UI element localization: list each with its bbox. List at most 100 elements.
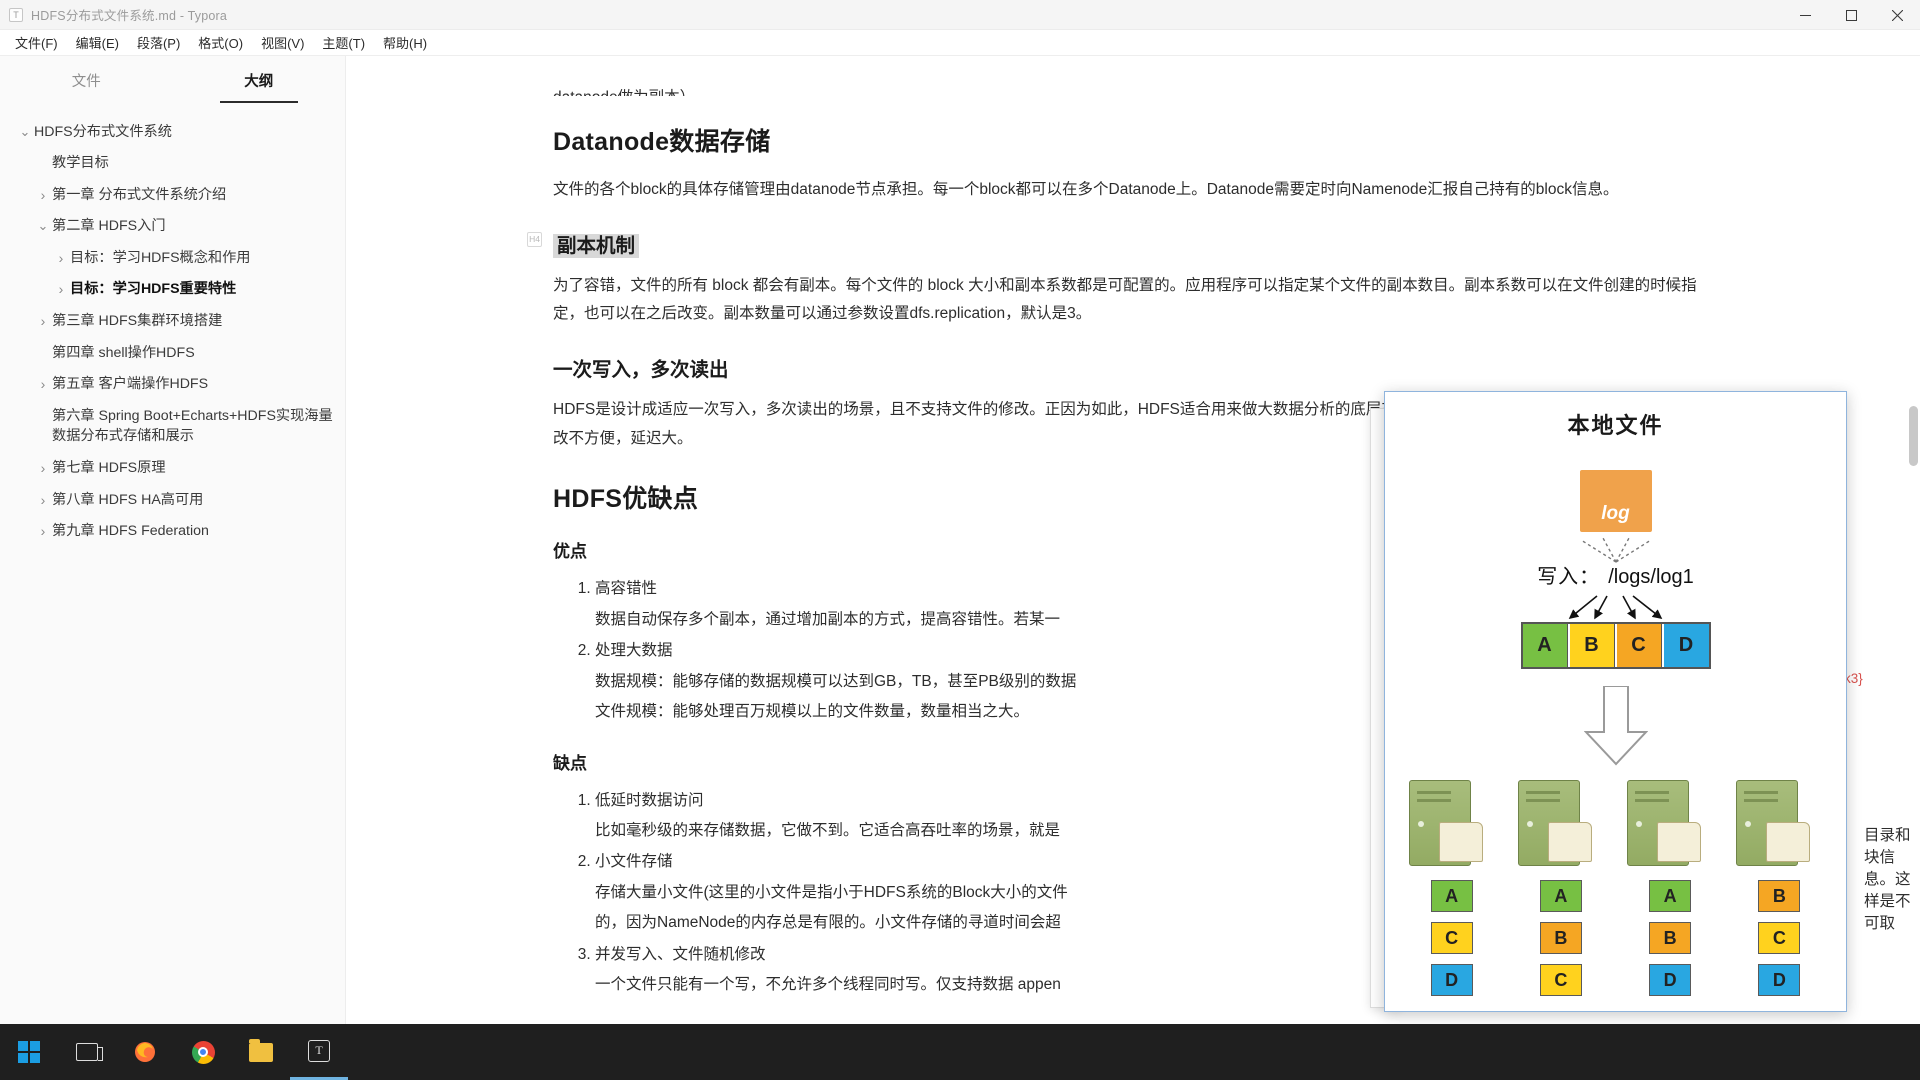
down-arrow-icon (1583, 686, 1648, 766)
replica-chips: ACDABCABDBCD (1385, 880, 1846, 996)
outline-item-label: 第六章 Spring Boot+Echarts+HDFS实现海量数据分布式存储和… (52, 407, 333, 445)
menu-help[interactable]: 帮助(H) (374, 30, 436, 55)
chrome-button[interactable] (174, 1024, 232, 1080)
chevron-right-icon[interactable]: › (52, 248, 70, 268)
outline-item-4[interactable]: › 目标：学习HDFS概念和作用 (0, 242, 345, 274)
replica-chip-d: D (1649, 964, 1692, 996)
outline-item-3[interactable]: ⌄ 第二章 HDFS入门 (0, 211, 345, 243)
title-bar: T HDFS分布式文件系统.md - Typora (0, 0, 1920, 30)
outline-item-label: 第八章 HDFS HA高可用 (52, 491, 204, 508)
outline-item-10[interactable]: › 第七章 HDFS原理 (0, 453, 345, 485)
chevron-right-icon[interactable]: › (34, 458, 52, 478)
server-node (1736, 780, 1822, 866)
chevron-right-icon[interactable]: › (52, 279, 70, 299)
tab-outline[interactable]: 大纲 (173, 64, 346, 100)
window-title: HDFS分布式文件系统.md - Typora (31, 9, 228, 23)
peek-text-right: 目录和块信息。这样是不可取 (1864, 827, 1911, 932)
heading-level-marker-icon: H4 (527, 231, 542, 247)
log-file-label: log (1601, 503, 1630, 524)
server-node (1627, 780, 1713, 866)
replica-column-2: ABD (1627, 880, 1713, 996)
sidebar-tabs: 文件 大纲 (0, 56, 345, 100)
image-preview-popup[interactable]: 本地文件 log 写入：/logs/log1 A B C D A C D A B… (1384, 391, 1847, 1012)
replica-chip-b: B (1758, 880, 1801, 912)
replica-chip-c: C (1758, 922, 1801, 954)
typora-icon: T (308, 1039, 330, 1062)
maximize-button[interactable] (1828, 0, 1874, 30)
replica-chip-d: D (1758, 964, 1801, 996)
outline-item-11[interactable]: › 第八章 HDFS HA高可用 (0, 484, 345, 516)
window-controls (1782, 0, 1920, 30)
task-view-icon (76, 1043, 103, 1061)
server-node (1517, 780, 1604, 866)
server-node (1408, 780, 1495, 866)
outline-item-5[interactable]: › 目标：学习HDFS重要特性 (0, 274, 345, 306)
file-explorer-button[interactable] (232, 1024, 290, 1080)
sidebar: 文件 大纲 ⌄ HDFS分布式文件系统 教学目标 › 第一章 分布式文件系统介绍 ⌄ 第二章… (0, 56, 346, 1080)
chevron-right-icon[interactable]: › (34, 490, 52, 510)
replica-column-3: BCD (1736, 880, 1822, 996)
replica-column-0: ACD (1409, 880, 1495, 996)
outline-item-label: 第三章 HDFS集群环境搭建 (52, 313, 223, 330)
outline-item-label: 第二章 HDFS入门 (52, 218, 166, 235)
minimize-button[interactable] (1782, 0, 1828, 30)
outline-item-12[interactable]: › 第九章 HDFS Federation (0, 516, 345, 548)
clipped-paragraph: datanode做为副本）。 (553, 84, 1713, 96)
typora-icon: T (9, 7, 23, 22)
split-arrows-icon (1568, 595, 1663, 620)
menu-theme[interactable]: 主题(T) (313, 30, 374, 55)
menu-file[interactable]: 文件(F) (6, 30, 67, 55)
pros-item-title: 处理大数据 (595, 642, 673, 660)
outline-item-9[interactable]: 第六章 Spring Boot+Echarts+HDFS实现海量数据分布式存储和… (0, 400, 345, 452)
outline-item-label: 第五章 客户端操作HDFS (52, 376, 209, 393)
replica-chip-c: C (1539, 964, 1582, 996)
taskbar: T (0, 1024, 1920, 1080)
vertical-scrollbar[interactable] (1909, 406, 1918, 466)
chevron-down-icon[interactable]: ⌄ (34, 216, 52, 236)
chrome-icon (191, 1040, 215, 1064)
write-label-row: 写入： /logs/log1 (1385, 560, 1846, 589)
chevron-right-icon[interactable]: › (34, 521, 52, 541)
chevron-right-icon[interactable]: › (34, 311, 52, 331)
outline-item-label: 第一章 分布式文件系统介绍 (52, 186, 227, 203)
paragraph-replica: 为了容错，文件的所有 block 都会有副本。每个文件的 block 大小和副本… (553, 276, 1697, 323)
menu-edit[interactable]: 编辑(E) (67, 30, 128, 55)
write-path: /logs/log1 (1608, 566, 1694, 588)
outline-item-label: 第九章 HDFS Federation (52, 523, 209, 540)
replica-chip-a: A (1539, 880, 1582, 912)
chevron-right-icon[interactable]: › (34, 185, 52, 205)
outline-item-0[interactable]: ⌄ HDFS分布式文件系统 (0, 116, 345, 148)
chevron-right-icon[interactable]: › (34, 374, 52, 394)
heading-replica-mechanism-wrap: H4 副本机制 (527, 229, 1713, 258)
outline-item-7[interactable]: 第四章 shell操作HDFS (0, 337, 345, 369)
replica-chip-d: D (1430, 964, 1473, 996)
log-file-icon: log (1579, 470, 1652, 532)
typora-taskbar-button[interactable]: T (290, 1024, 348, 1080)
block-a: A (1522, 624, 1568, 667)
block-c: C (1616, 624, 1662, 667)
outline-item-6[interactable]: › 第三章 HDFS集群环境搭建 (0, 306, 345, 338)
tab-files[interactable]: 文件 (0, 64, 173, 100)
chevron-down-icon[interactable]: ⌄ (16, 122, 34, 142)
outline-item-label: 目标：学习HDFS重要特性 (70, 281, 237, 298)
folder-icon (249, 1038, 273, 1062)
outline-item-2[interactable]: › 第一章 分布式文件系统介绍 (0, 179, 345, 211)
start-button[interactable] (0, 1024, 58, 1080)
firefox-button[interactable] (116, 1024, 174, 1080)
heading-datanode-storage: Datanode数据存储 (553, 128, 771, 156)
menu-paragraph[interactable]: 段落(P) (128, 30, 189, 55)
close-button[interactable] (1874, 0, 1920, 30)
task-view-button[interactable] (58, 1024, 116, 1080)
outline-item-label: 第四章 shell操作HDFS (52, 344, 195, 361)
cons-item-title: 小文件存储 (595, 853, 673, 871)
cons-item-title: 并发写入、文件随机修改 (595, 945, 766, 963)
heading-replica-mechanism: 副本机制 (553, 233, 640, 258)
windows-logo-icon (18, 1041, 40, 1063)
outline-item-8[interactable]: › 第五章 客户端操作HDFS (0, 369, 345, 401)
replica-chip-b: B (1539, 922, 1582, 954)
outline-item-1[interactable]: 教学目标 (0, 148, 345, 180)
block-b: B (1569, 624, 1615, 667)
menu-view[interactable]: 视图(V) (252, 30, 313, 55)
menu-format[interactable]: 格式(O) (189, 30, 252, 55)
workspace: 文件 大纲 ⌄ HDFS分布式文件系统 教学目标 › 第一章 分布式文件系统介绍 ⌄ 第二章… (0, 56, 1920, 1080)
